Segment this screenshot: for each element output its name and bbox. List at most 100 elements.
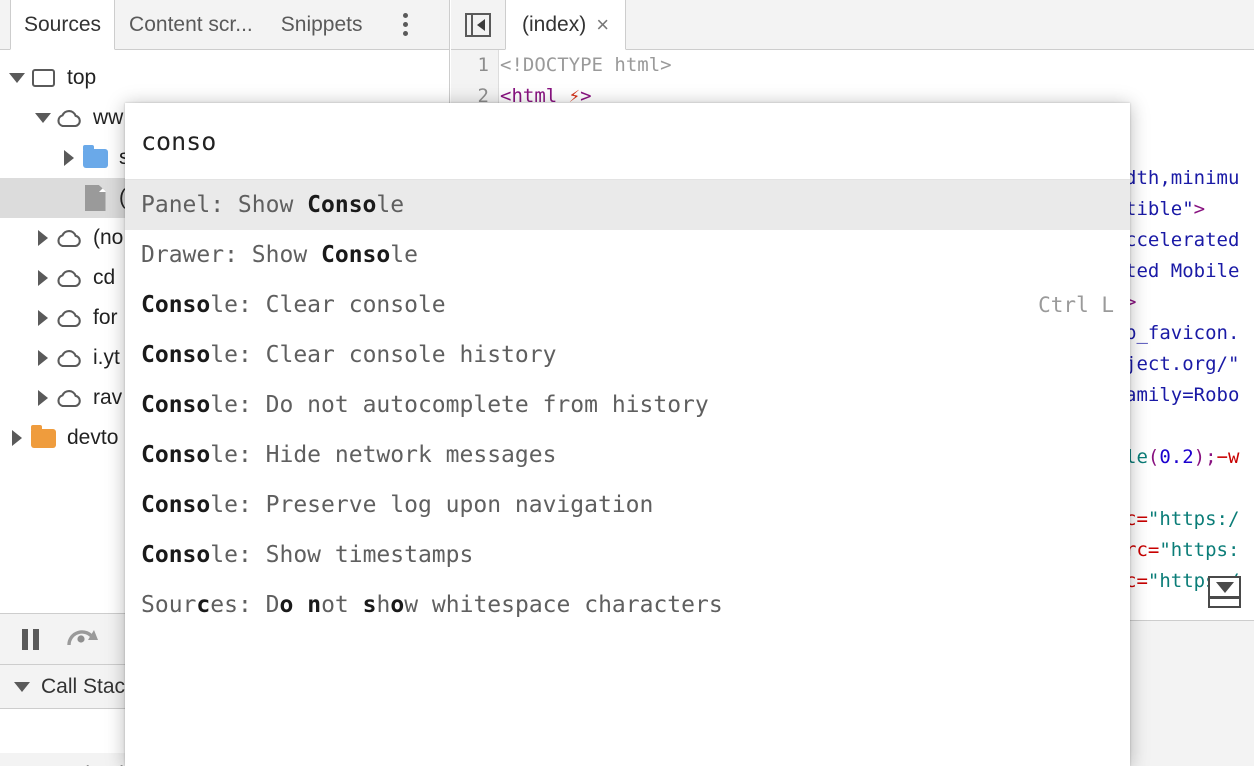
folder-icon (80, 144, 110, 168)
cloud-icon (54, 308, 84, 328)
tree-item[interactable]: top (0, 58, 449, 98)
command-palette-item[interactable]: Drawer: Show Console (125, 230, 1130, 280)
code-token: ted Mobile (1125, 260, 1240, 282)
navigator-tab-content-scr[interactable]: Content scr... (115, 0, 267, 49)
command-palette-item-shortcut: Ctrl L (1038, 293, 1114, 317)
navigator-tabbar: Sources Content scr... Snippets (0, 0, 449, 50)
cloud-icon (54, 268, 84, 288)
command-palette-item[interactable]: Console: Clear console history (125, 330, 1130, 380)
show-navigator-icon[interactable] (451, 0, 505, 49)
command-palette-input[interactable] (125, 126, 1130, 156)
chevron-down-icon[interactable] (32, 113, 54, 123)
tree-item-label: for (93, 306, 118, 329)
navigator-tab-label: Sources (24, 12, 102, 36)
command-palette-input-row (125, 103, 1130, 180)
cloud-icon (54, 388, 84, 408)
command-palette-item[interactable]: Console: Do not autocomplete from histor… (125, 380, 1130, 430)
code-line: amily=Robo (1125, 380, 1239, 411)
chevron-right-icon[interactable] (32, 350, 54, 366)
command-palette-item-label: Panel: Show Console (141, 192, 405, 218)
editor-tabbar: (index) × (451, 0, 1254, 50)
code-line: ccelerated (1125, 225, 1239, 256)
command-palette-item[interactable]: Console: Show timestamps (125, 530, 1130, 580)
navigator-tab-sources[interactable]: Sources (10, 0, 116, 50)
tree-item-label: ww (93, 106, 124, 129)
code-token: rc= (1125, 539, 1160, 561)
code-line: ted Mobile (1125, 256, 1239, 287)
chevron-right-icon[interactable] (32, 310, 54, 326)
code-line: c="https:/ (1125, 504, 1239, 535)
command-palette-item[interactable]: Sources: Do not show whitespace characte… (125, 580, 1130, 630)
chevron-right-icon[interactable] (58, 150, 80, 166)
breakpoints-label: Breakpoi (41, 763, 124, 766)
code-token: "https:/ (1147, 508, 1240, 530)
code-line: rc="https: (1125, 535, 1239, 566)
command-palette-item[interactable]: Console: Clear console Ctrl L (125, 280, 1130, 330)
command-palette: Panel: Show Console Drawer: Show Console C… (125, 103, 1130, 766)
chevron-right-icon[interactable] (6, 430, 28, 446)
code-token: > (1193, 198, 1206, 220)
more-options-icon[interactable] (385, 0, 427, 49)
command-palette-item-label: Sources: Do not show whitespace characte… (141, 592, 723, 618)
navigator-tab-label: Snippets (280, 12, 363, 36)
code-token: 0.2 (1159, 446, 1194, 468)
tree-item-label: devto (67, 426, 119, 449)
format-pretty-print-icon[interactable] (1208, 576, 1241, 608)
chevron-right-icon[interactable] (32, 230, 54, 246)
editor-tab-index[interactable]: (index) × (505, 0, 627, 50)
chevron-down-icon[interactable] (6, 73, 28, 83)
code-token: tible" (1125, 198, 1194, 220)
command-palette-results: Panel: Show Console Drawer: Show Console C… (125, 180, 1130, 766)
command-palette-item-label: Console: Do not autocomplete from histor… (141, 392, 709, 418)
close-icon[interactable]: × (596, 13, 609, 36)
step-over-icon[interactable] (65, 624, 99, 655)
navigator-tabs: Sources Content scr... Snippets (10, 0, 377, 50)
navigator-tab-snippets[interactable]: Snippets (267, 0, 377, 49)
code-token: <!DOCTYPE html> (500, 54, 672, 76)
code-token: ); (1193, 446, 1217, 468)
pause-icon[interactable] (22, 628, 39, 650)
editor-tab-label: (index) (522, 12, 587, 36)
frame-icon (28, 69, 58, 87)
file-icon (80, 185, 110, 211)
tree-item-label: ( (119, 186, 126, 209)
code-token: ( (1147, 446, 1160, 468)
code-line: le(0.2);−w (1125, 442, 1239, 473)
tree-item-label: top (67, 66, 97, 89)
cloud-icon (54, 348, 84, 368)
command-palette-item-label: Drawer: Show Console (141, 242, 418, 268)
cloud-icon (54, 108, 84, 128)
command-palette-item[interactable]: Console: Preserve log upon navigation (125, 480, 1130, 530)
tree-item-label: cd (93, 266, 116, 289)
devtools-window: SourcesContent scr...Snippets topwws((no… (0, 0, 1254, 766)
command-palette-item-label: Console: Clear console (141, 292, 446, 318)
chevron-right-icon[interactable] (32, 390, 54, 406)
tree-item-label: (no (93, 226, 124, 249)
cloud-icon (54, 228, 84, 248)
code-token: "https: (1159, 539, 1240, 561)
navigator-tab-label: Content scr... (129, 12, 253, 36)
command-palette-item-label: Console: Hide network messages (141, 442, 557, 468)
chevron-down-icon (14, 681, 30, 692)
code-line: dth,minimu (1125, 163, 1239, 194)
command-palette-item-label: Console: Preserve log upon navigation (141, 492, 654, 518)
code-token: p_favicon. (1125, 322, 1240, 344)
code-line: ject.org/" (1125, 349, 1239, 380)
chevron-right-icon[interactable] (32, 270, 54, 286)
code-token: dth,minimu (1125, 167, 1240, 189)
tree-item-label: rav (93, 386, 123, 409)
code-line: tible"> (1125, 194, 1205, 225)
command-palette-item[interactable]: Console: Hide network messages (125, 430, 1130, 480)
command-palette-item[interactable]: Panel: Show Console (125, 180, 1130, 230)
line-number: 1 (477, 54, 489, 76)
code-token: ject.org/" (1125, 353, 1240, 375)
command-palette-item-label: Console: Show timestamps (141, 542, 474, 568)
code-token: amily=Robo (1125, 384, 1240, 406)
call-stack-label: Call Stac (41, 674, 126, 698)
code-token: −w (1216, 446, 1240, 468)
code-line: p_favicon. (1125, 318, 1239, 349)
tree-item-label: i.yt (93, 346, 120, 369)
command-palette-item-label: Console: Clear console history (141, 342, 557, 368)
folder-icon (28, 424, 58, 448)
code-token: ccelerated (1125, 229, 1240, 251)
